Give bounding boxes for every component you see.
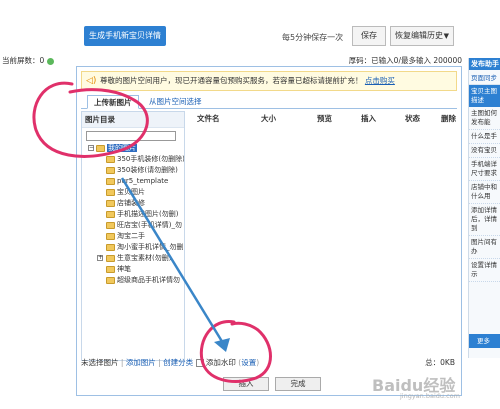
restore-history-label: 恢复编辑历史 [395, 31, 443, 40]
file-table-header: 文件名 大小 预览 插入 状态 删除 [193, 113, 459, 125]
status-row: 当前屏数：0 厚码：已输入0/最多输入 200000 [0, 54, 462, 66]
help-sidebar: 发布助手 页面同步 宝贝主图描述 主图如何发布能 什么是手 没有宝贝 手机端详尺… [468, 58, 500, 358]
folder-icon [106, 265, 115, 273]
tree-item-label: 旺店宝(手机详情)_勿 [117, 221, 182, 229]
save-button[interactable]: 保存 [352, 26, 386, 46]
notice-banner: ◁) 尊敬的图片空间用户，现已开通容量包预购买服务，若容量已超标请提前扩充！ 点… [81, 71, 457, 91]
screen-count-label: 当前屏数：0 [2, 56, 45, 65]
notice-text: 尊敬的图片空间用户，现已开通容量包预购买服务，若容量已超标请提前扩充！ [100, 76, 363, 85]
insert-button[interactable]: 插入 [223, 377, 269, 391]
picker-footer: 未选择图片 | 添加图片 | 创建分类 添加水印 (设置) 总：0KB [81, 355, 457, 371]
tree-item-label: 淘小蜜手机详情_勿删 [117, 243, 184, 251]
col-filename: 文件名 [197, 114, 220, 123]
speaker-icon: ◁) [86, 76, 97, 86]
tree-item[interactable]: + 生意宝素材(勿删) [82, 253, 184, 264]
help-question[interactable]: 图片间有办 [469, 236, 500, 259]
help-question[interactable]: 什么是手 [469, 130, 500, 144]
tree-item[interactable]: 350装修(请勿删除) [82, 165, 184, 176]
help-question[interactable]: 没有宝贝 [469, 144, 500, 158]
folder-search-input[interactable] [86, 131, 176, 141]
tree-root[interactable]: − 我的图片 [82, 143, 184, 154]
folder-icon [106, 210, 115, 218]
folder-icon [106, 276, 115, 284]
create-category-link[interactable]: 创建分类 [163, 358, 193, 367]
editor-toolbar: 生成手机新宝贝详情 每5分钟保存一次 保存 恢复编辑历史 ▼ [0, 22, 462, 50]
tree-item[interactable]: 旺店宝(手机详情)_勿 [82, 220, 184, 231]
tree-item[interactable]: 宝贝图片 [82, 187, 184, 198]
folder-icon [106, 254, 115, 262]
tree-item-label: 生意宝素材(勿删) [117, 254, 172, 262]
tree-item-label: 350装修(请勿删除) [117, 166, 178, 174]
watermark-settings-link[interactable]: 设置 [241, 358, 256, 367]
chevron-down-icon: ▼ [443, 32, 449, 40]
col-preview: 预览 [317, 114, 332, 123]
tree-item[interactable]: 店铺装修 [82, 198, 184, 209]
col-size: 大小 [261, 114, 276, 123]
tree-item[interactable]: 手机描述图片(勿删) [82, 209, 184, 220]
folder-tree: 图片目录 − 我的图片 350手机装修(勿删除) 350装修(请勿删除) pur5… [81, 111, 185, 361]
check-circle-icon [46, 57, 54, 65]
tree-item-label: 350手机装修(勿删除) [117, 155, 184, 163]
help-sync-link[interactable]: 页面同步 [469, 70, 500, 85]
help-question[interactable]: 手机端详尺寸要求 [469, 158, 500, 181]
watermark-label: 添加水印 [205, 358, 236, 367]
tree-item-label: 神笔 [117, 265, 131, 273]
help-question[interactable]: 店铺中和什么用 [469, 181, 500, 204]
tree-item[interactable]: 淘宝二手 [82, 231, 184, 242]
help-more-button[interactable]: 更多 [469, 334, 500, 348]
generate-mobile-detail-button[interactable]: 生成手机新宝贝详情 [84, 26, 166, 46]
folder-icon [106, 232, 115, 240]
selection-status: 未选择图片 [81, 358, 119, 367]
folder-icon [106, 243, 115, 251]
tree-item[interactable]: 350手机装修(勿删除) [82, 154, 184, 165]
collapse-icon[interactable]: − [88, 145, 94, 151]
tree-item[interactable]: 超级商品手机详情勿 [82, 275, 184, 286]
col-insert: 插入 [361, 114, 376, 123]
folder-icon [106, 188, 115, 196]
tree-root-label: 我的图片 [107, 144, 137, 152]
tree-item-label: 超级商品手机详情勿 [117, 276, 180, 284]
watermark-checkbox[interactable] [195, 359, 204, 367]
folder-icon [106, 177, 115, 185]
buy-link[interactable]: 点击购买 [365, 76, 395, 85]
total-size: 总：0KB [425, 358, 455, 367]
tree-item[interactable]: 神笔 [82, 264, 184, 275]
folder-icon [106, 155, 115, 163]
folder-icon [106, 221, 115, 229]
help-question[interactable]: 设置详情示 [469, 259, 500, 282]
help-question[interactable]: 添加详情后，详情到 [469, 204, 500, 236]
restore-history-dropdown[interactable]: 恢复编辑历史 ▼ [390, 26, 454, 46]
screen-count: 当前屏数：0 [2, 55, 54, 66]
add-image-link[interactable]: 添加图片 [126, 358, 156, 367]
tree-item[interactable]: pur5_template [82, 176, 184, 187]
help-question[interactable]: 主图如何发布能 [469, 107, 500, 130]
tab-from-space[interactable]: 从图片空间选择 [143, 95, 208, 109]
baidu-watermark-url: jingyan.baidu.com [400, 392, 460, 400]
tree-item[interactable]: 淘小蜜手机详情_勿删 [82, 242, 184, 253]
autosave-note: 每5分钟保存一次 [282, 33, 344, 42]
char-count: 厚码：已输入0/最多输入 200000 [348, 56, 462, 65]
help-header: 发布助手 [469, 58, 500, 70]
help-active-topic[interactable]: 宝贝主图描述 [469, 85, 500, 107]
tree-item-label: 淘宝二手 [117, 232, 145, 240]
tree-item-label: 手机描述图片(勿删) [117, 210, 179, 218]
folder-tree-title: 图片目录 [82, 112, 184, 128]
tab-upload[interactable]: 上传新图片 [87, 95, 139, 109]
col-status: 状态 [405, 114, 420, 123]
done-button[interactable]: 完成 [275, 377, 321, 391]
tree-item-label: pur5_template [117, 177, 169, 185]
col-delete: 删除 [441, 114, 456, 123]
image-picker-dialog: ◁) 尊敬的图片空间用户，现已开通容量包预购买服务，若容量已超标请提前扩充！ 点… [76, 66, 462, 396]
folder-open-icon [96, 144, 105, 152]
tree-item-label: 店铺装修 [117, 199, 145, 207]
picker-tabs: 上传新图片 从图片空间选择 [81, 95, 457, 109]
folder-icon [106, 199, 115, 207]
expand-icon[interactable]: + [97, 255, 103, 261]
folder-icon [106, 166, 115, 174]
tree-item-label: 宝贝图片 [117, 188, 145, 196]
